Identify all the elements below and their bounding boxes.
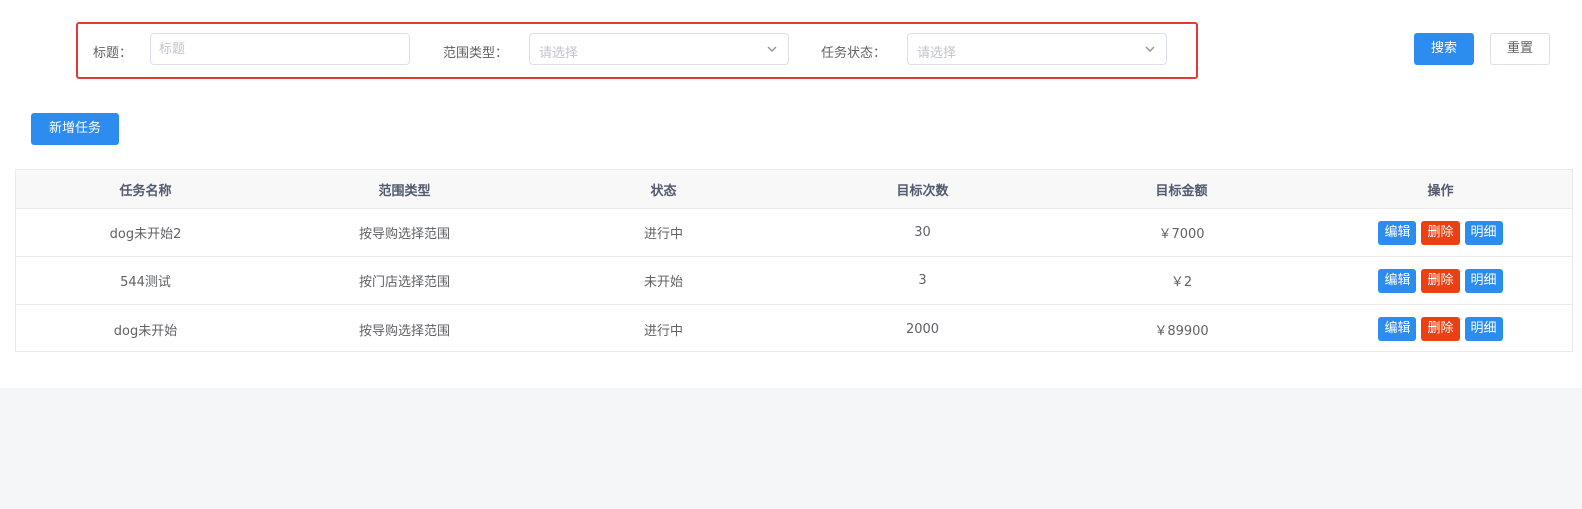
edit-button[interactable]: 编辑 [1378, 317, 1417, 341]
actions-cell: 编辑 删除 明细 [1311, 305, 1570, 353]
target-amount-cell: ￥2 [1170, 275, 1193, 290]
chevron-down-icon [1145, 46, 1155, 52]
task-list-page: 标题： 范围类型： 请选择 任务状态： 请选择 搜索 重置 新增任务 任务名称 … [0, 0, 1582, 388]
reset-button[interactable]: 重置 [1490, 33, 1550, 65]
task-name-cell: dog未开始 [113, 323, 178, 339]
edit-button[interactable]: 编辑 [1378, 220, 1417, 245]
edit-button[interactable]: 编辑 [1378, 268, 1417, 293]
delete-button[interactable]: 删除 [1421, 268, 1460, 293]
target-count-cell: 30 [914, 225, 931, 240]
target-count-cell: 3 [918, 273, 927, 288]
scope-type-label: 范围类型： [443, 46, 509, 61]
chevron-down-icon [767, 46, 777, 52]
header-actions: 操作 [1427, 183, 1454, 199]
table-row: 544测试 按门店选择范围 未开始 3 ￥2 编辑 删除 明细 [16, 257, 1572, 305]
table-row: dog未开始2 按导购选择范围 进行中 30 ￥7000 编辑 删除 明细 [16, 209, 1572, 257]
header-target-count: 目标次数 [896, 183, 949, 199]
status-cell: 未开始 [643, 275, 683, 290]
actions-cell: 编辑 删除 明细 [1311, 209, 1570, 256]
search-button[interactable]: 搜索 [1414, 33, 1474, 65]
actions-cell: 编辑 删除 明细 [1311, 257, 1570, 304]
delete-button[interactable]: 删除 [1421, 220, 1460, 245]
target-amount-cell: ￥89900 [1154, 323, 1209, 339]
table-header: 任务名称 范围类型 状态 目标次数 目标金额 操作 [16, 170, 1572, 209]
delete-button[interactable]: 删除 [1421, 317, 1460, 341]
title-input[interactable] [150, 33, 410, 65]
detail-button[interactable]: 明细 [1464, 220, 1503, 245]
header-scope-type: 范围类型 [378, 183, 431, 199]
target-amount-cell: ￥7000 [1158, 227, 1205, 242]
title-label: 标题： [93, 46, 133, 61]
header-status: 状态 [650, 183, 677, 199]
search-form: 标题： 范围类型： 请选择 任务状态： 请选择 [76, 22, 1198, 79]
task-status-label: 任务状态： [821, 46, 887, 61]
header-target-amount: 目标金额 [1155, 183, 1208, 199]
add-task-button[interactable]: 新增任务 [31, 113, 119, 145]
table-row: dog未开始 按导购选择范围 进行中 2000 ￥89900 编辑 删除 明细 [16, 305, 1572, 353]
task-table: 任务名称 范围类型 状态 目标次数 目标金额 操作 dog未开始2 按导购选择范… [15, 169, 1573, 352]
status-cell: 进行中 [643, 227, 683, 242]
scope-type-cell: 按门店选择范围 [358, 275, 450, 290]
detail-button[interactable]: 明细 [1464, 317, 1503, 341]
task-status-placeholder: 请选择 [917, 46, 957, 61]
task-name-cell: dog未开始2 [109, 227, 182, 242]
scope-type-placeholder: 请选择 [539, 46, 579, 61]
scope-type-cell: 按导购选择范围 [358, 227, 450, 242]
detail-button[interactable]: 明细 [1464, 268, 1503, 293]
target-count-cell: 2000 [905, 321, 940, 337]
task-name-cell: 544测试 [120, 275, 171, 290]
status-cell: 进行中 [643, 323, 683, 339]
scope-type-cell: 按导购选择范围 [358, 323, 450, 339]
header-task-name: 任务名称 [119, 183, 172, 199]
task-status-select[interactable]: 请选择 [907, 33, 1167, 65]
scope-type-select[interactable]: 请选择 [529, 33, 789, 65]
